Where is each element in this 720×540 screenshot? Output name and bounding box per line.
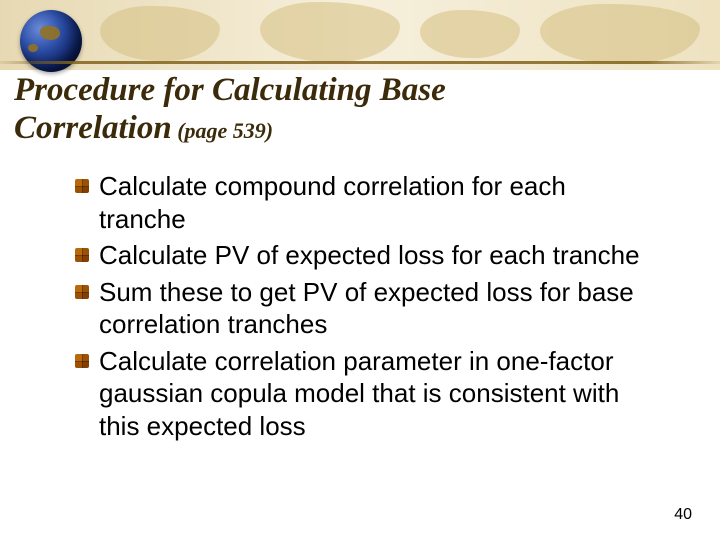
slide-title: Procedure for Calculating Base Correlati… [14, 72, 704, 148]
bullet-icon [75, 354, 89, 368]
bullet-icon [75, 248, 89, 262]
map-decor [260, 2, 400, 62]
bullet-icon [75, 285, 89, 299]
page-number: 40 [674, 506, 692, 524]
list-item: Calculate PV of expected loss for each t… [75, 239, 655, 272]
title-line-1: Procedure for Calculating Base [14, 72, 446, 108]
list-item-text: Calculate correlation parameter in one-f… [99, 345, 655, 443]
map-decor [100, 6, 220, 61]
title-line-2-main: Correlation [14, 110, 172, 146]
list-item: Sum these to get PV of expected loss for… [75, 276, 655, 341]
map-decor [420, 10, 520, 58]
map-decor [540, 4, 700, 64]
list-item-text: Calculate compound correlation for each … [99, 170, 655, 235]
bullet-icon [75, 179, 89, 193]
title-page-ref: (page 539) [172, 118, 273, 143]
list-item: Calculate correlation parameter in one-f… [75, 345, 655, 443]
header-background [0, 0, 720, 70]
header-divider [0, 61, 720, 64]
bullet-list: Calculate compound correlation for each … [75, 170, 655, 446]
list-item: Calculate compound correlation for each … [75, 170, 655, 235]
list-item-text: Sum these to get PV of expected loss for… [99, 276, 655, 341]
list-item-text: Calculate PV of expected loss for each t… [99, 239, 640, 272]
